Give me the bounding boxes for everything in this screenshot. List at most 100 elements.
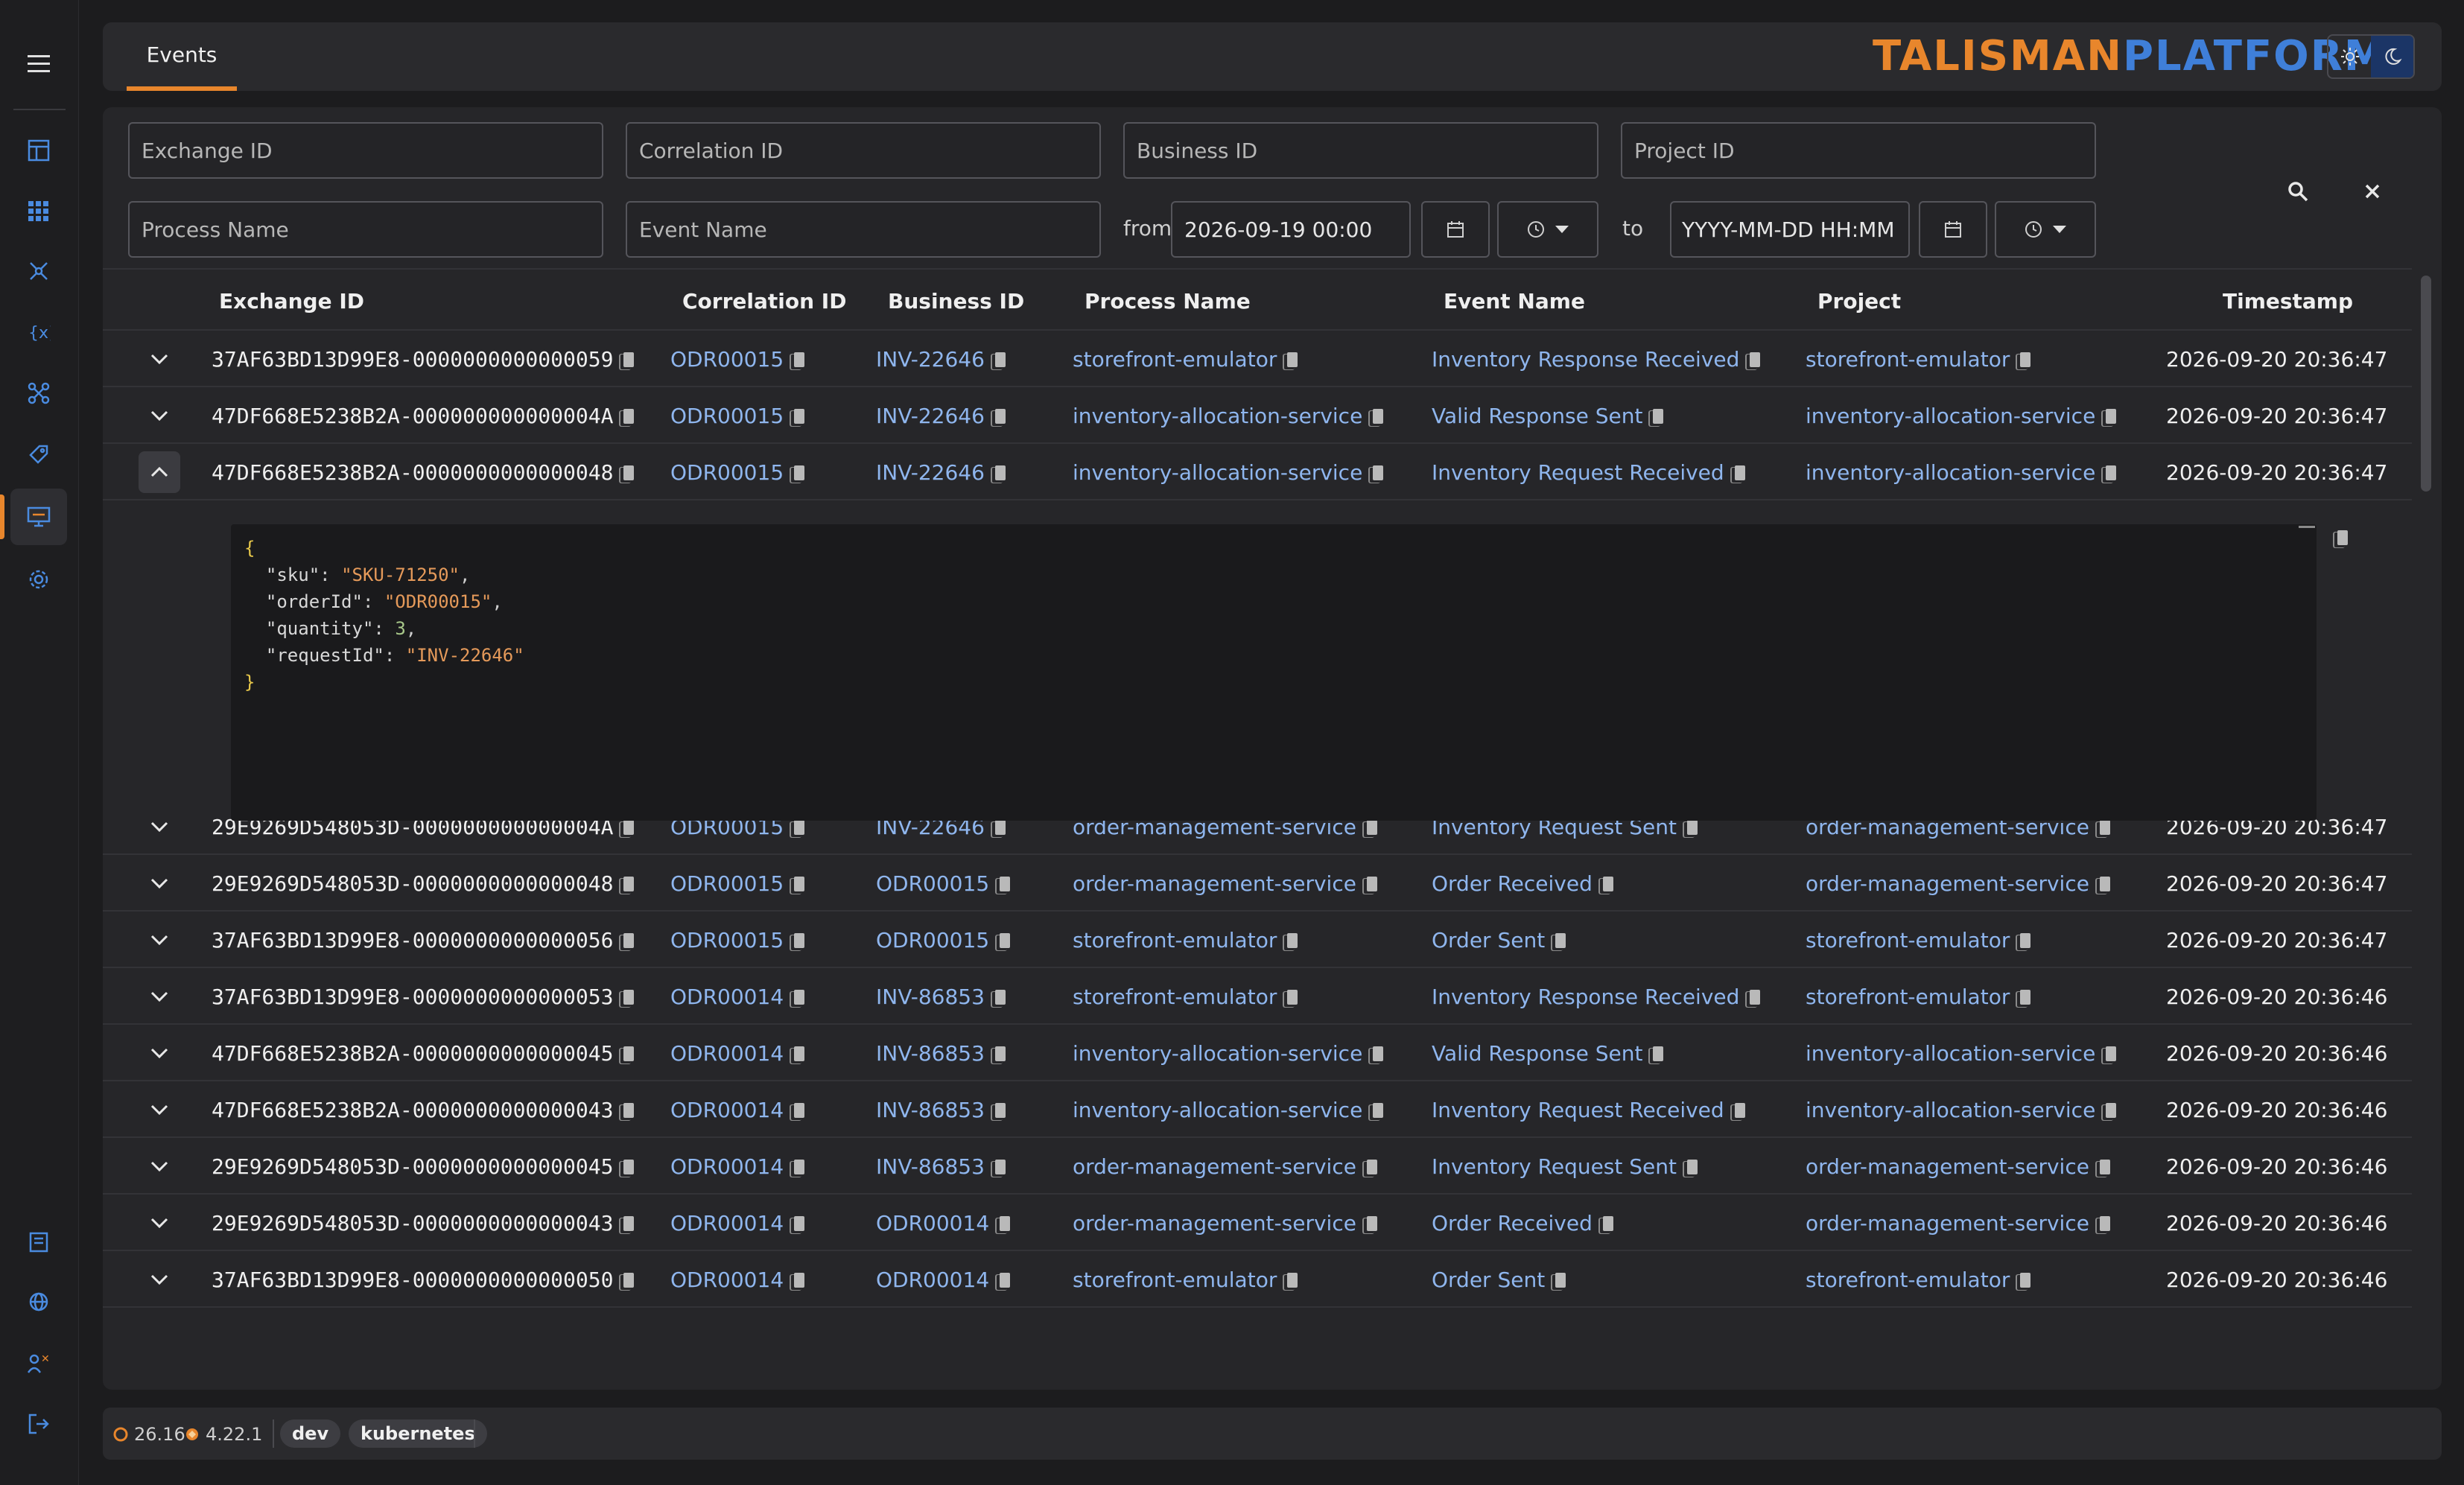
exchange-id-cell[interactable]: 29E9269D548053D-0000000000000043 [212,1211,635,1236]
copy-icon[interactable] [1687,819,1698,835]
copy-icon[interactable] [1000,1272,1011,1288]
correlation-id-cell-text[interactable]: ODR00015 [670,871,784,896]
business-id-cell[interactable]: ODR00015 [876,928,1011,953]
correlation-id-cell[interactable]: ODR00015 [670,928,805,953]
process-name-cell-text[interactable]: storefront-emulator [1073,985,1277,1009]
col-process-name[interactable]: Process Name [1085,289,1251,314]
copy-icon[interactable] [994,819,1006,835]
project-cell[interactable]: inventory-allocation-service [1806,1098,2117,1122]
correlation-id-cell-text[interactable]: ODR00014 [670,1211,784,1236]
copy-icon[interactable] [2020,989,2031,1005]
correlation-id-cell-text[interactable]: ODR00015 [670,404,784,428]
chevron-down-icon[interactable] [139,338,180,380]
chevron-down-icon[interactable] [139,1145,180,1187]
copy-icon[interactable] [1287,932,1298,948]
correlation-id-cell[interactable]: ODR00015 [670,871,805,896]
project-cell-text[interactable]: storefront-emulator [1806,347,2010,372]
business-id-cell[interactable]: ODR00014 [876,1211,1011,1236]
copy-icon[interactable] [794,1272,805,1288]
event-name-cell[interactable]: Order Sent [1432,1268,1566,1292]
project-cell[interactable]: storefront-emulator [1806,985,2031,1009]
copy-icon[interactable] [2099,1159,2110,1174]
copy-icon[interactable] [1750,989,1761,1005]
process-name-cell-text[interactable]: inventory-allocation-service [1073,1041,1362,1066]
copy-icon[interactable] [794,1102,805,1118]
correlation-id-cell-text[interactable]: ODR00015 [670,460,784,485]
project-cell-text[interactable]: inventory-allocation-service [1806,460,2095,485]
table-row[interactable]: 47DF668E5238B2A-0000000000000043 ODR00014… [103,1081,2412,1138]
business-id-cell-text[interactable]: INV-22646 [876,347,985,372]
table-row[interactable]: 37AF63BD13D99E8-0000000000000050 ODR00014… [103,1251,2412,1308]
table-row[interactable]: 47DF668E5238B2A-0000000000000045 ODR00014… [103,1025,2412,1081]
copy-icon[interactable] [2020,352,2031,367]
network-icon[interactable] [10,243,67,299]
col-exchange-id[interactable]: Exchange ID [219,289,364,314]
settings-gear-icon[interactable] [10,551,67,608]
correlation-id-cell[interactable]: ODR00014 [670,1268,805,1292]
project-cell[interactable]: storefront-emulator [1806,347,2031,372]
correlation-id-cell-text[interactable]: ODR00014 [670,985,784,1009]
project-cell[interactable]: order-management-service [1806,871,2110,896]
exchange-id-cell-text[interactable]: 47DF668E5238B2A-0000000000000043 [212,1098,613,1122]
tag-icon[interactable] [10,426,67,483]
copy-icon[interactable] [794,876,805,891]
copy-icon[interactable] [794,352,805,367]
event-name-cell[interactable]: Order Received [1432,871,1613,896]
event-name-cell-text[interactable]: Inventory Response Received [1432,985,1739,1009]
copy-icon[interactable] [794,819,805,835]
event-name-cell[interactable]: Inventory Request Sent [1432,1154,1698,1179]
process-name-cell-text[interactable]: inventory-allocation-service [1073,460,1362,485]
copy-icon[interactable] [623,408,635,424]
business-id-cell-text[interactable]: INV-86853 [876,1098,985,1122]
event-name-cell-text[interactable]: Valid Response Sent [1432,404,1642,428]
copy-icon[interactable] [794,932,805,948]
copy-icon[interactable] [2099,819,2110,835]
copy-icon[interactable] [623,1215,635,1231]
col-event-name[interactable]: Event Name [1444,289,1585,314]
exchange-id-cell-text[interactable]: 37AF63BD13D99E8-0000000000000056 [212,928,613,953]
business-id-cell-text[interactable]: INV-22646 [876,460,985,485]
copy-icon[interactable] [1000,1215,1011,1231]
chevron-up-icon[interactable] [139,451,180,493]
copy-icon[interactable] [794,989,805,1005]
copy-icon[interactable] [2020,932,2031,948]
process-name-cell[interactable]: storefront-emulator [1073,347,1298,372]
copy-icon[interactable] [1366,1159,1377,1174]
exchange-id-cell-text[interactable]: 47DF668E5238B2A-0000000000000045 [212,1041,613,1066]
copy-icon[interactable] [1555,1272,1566,1288]
copy-icon[interactable] [2106,465,2117,480]
project-cell-text[interactable]: inventory-allocation-service [1806,1041,2095,1066]
correlation-id-input[interactable]: Correlation ID [626,122,1101,179]
process-name-cell[interactable]: order-management-service [1073,1211,1377,1236]
table-scrollbar[interactable] [2421,276,2431,492]
chevron-down-icon[interactable] [139,1032,180,1074]
exchange-id-cell[interactable]: 37AF63BD13D99E8-0000000000000050 [212,1268,635,1292]
copy-icon[interactable] [1602,876,1613,891]
chevron-down-icon[interactable] [139,976,180,1017]
copy-icon[interactable] [994,1046,1006,1061]
theme-toggle[interactable] [2327,34,2415,79]
event-name-cell-text[interactable]: Order Sent [1432,928,1545,953]
logout-icon[interactable] [10,1396,67,1452]
exchange-id-cell[interactable]: 47DF668E5238B2A-0000000000000048 [212,460,635,485]
copy-icon[interactable] [2106,1102,2117,1118]
exchange-id-cell-text[interactable]: 37AF63BD13D99E8-0000000000000050 [212,1268,613,1292]
project-id-input[interactable]: Project ID [1621,122,2096,179]
copy-icon[interactable] [1653,408,1664,424]
project-cell-text[interactable]: order-management-service [1806,871,2089,896]
copy-icon[interactable] [1000,876,1011,891]
correlation-id-cell[interactable]: ODR00014 [670,985,805,1009]
copy-icon[interactable] [623,1046,635,1061]
clear-button[interactable] [2354,173,2391,210]
process-name-cell[interactable]: inventory-allocation-service [1073,404,1384,428]
copy-icon[interactable] [623,352,635,367]
table-row[interactable]: 37AF63BD13D99E8-0000000000000056 ODR00015… [103,912,2412,968]
process-name-cell[interactable]: inventory-allocation-service [1073,1041,1384,1066]
process-name-cell[interactable]: inventory-allocation-service [1073,460,1384,485]
project-cell[interactable]: inventory-allocation-service [1806,460,2117,485]
copy-icon[interactable] [1366,1215,1377,1231]
users-admin-icon[interactable]: ✕ [10,1335,67,1391]
event-name-cell-text[interactable]: Inventory Response Received [1432,347,1739,372]
process-name-input[interactable]: Process Name [128,201,603,258]
business-id-cell[interactable]: ODR00015 [876,871,1011,896]
